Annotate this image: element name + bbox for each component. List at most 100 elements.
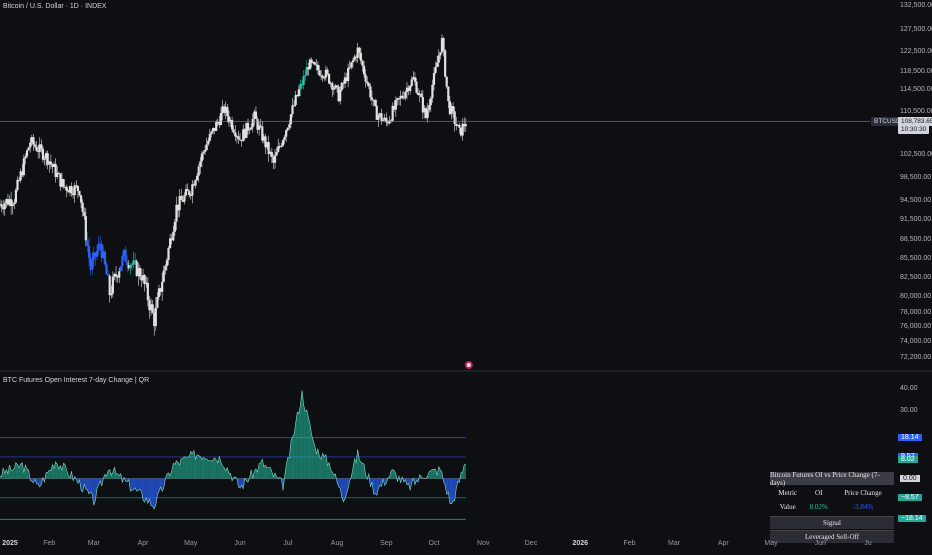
- osc-value-tag: 18.14: [898, 434, 922, 441]
- candle-body: [155, 308, 157, 326]
- candle-body: [82, 203, 84, 212]
- panel-row-label: Value: [770, 503, 805, 511]
- candle-body: [201, 154, 203, 162]
- osc-area-segment: [208, 460, 210, 478]
- event-flag-inner: [467, 363, 471, 367]
- candle-body: [126, 262, 128, 265]
- candle-body: [215, 122, 217, 131]
- price-tick-label: 78,000.00: [900, 309, 931, 316]
- chart-canvas[interactable]: [0, 0, 932, 550]
- chart-stage[interactable]: Bitcoin / U.S. Dollar · 1D · INDEX BTC F…: [0, 0, 932, 550]
- candle-body: [163, 270, 165, 281]
- osc-area-segment: [211, 460, 213, 478]
- candle-body: [70, 186, 72, 193]
- osc-area-segment: [267, 468, 269, 479]
- price-tick-label: 80,000.00: [900, 293, 931, 300]
- osc-area-segment: [288, 457, 290, 478]
- osc-area-segment: [293, 435, 295, 479]
- time-axis-label: 2025: [2, 540, 18, 547]
- candle-body: [404, 92, 406, 98]
- osc-area-segment: [432, 469, 434, 478]
- osc-area-segment: [375, 479, 377, 496]
- time-axis-label: Feb: [43, 540, 55, 547]
- candle-body: [66, 187, 68, 191]
- time-axis-label: Nov: [477, 540, 489, 547]
- candle-body: [317, 65, 319, 70]
- price-tick-label: 91,500.00: [900, 216, 931, 223]
- symbol-title: Bitcoin / U.S. Dollar · 1D · INDEX: [3, 3, 106, 10]
- candle-body: [352, 60, 354, 62]
- candle-body: [104, 252, 106, 265]
- candle-body: [395, 100, 397, 110]
- price-tick-label: 82,500.00: [900, 274, 931, 281]
- osc-area-segment: [132, 479, 134, 491]
- candle-body: [50, 162, 52, 165]
- osc-area-segment: [207, 459, 209, 478]
- osc-area-segment: [205, 459, 207, 479]
- osc-area-segment: [361, 463, 363, 479]
- osc-area-segment: [151, 479, 153, 507]
- osc-area-segment: [210, 461, 212, 479]
- candle-body: [447, 87, 449, 102]
- candle-body: [156, 297, 158, 308]
- candle-body: [274, 156, 276, 163]
- candle-body: [209, 134, 211, 141]
- candle-body: [250, 127, 252, 129]
- osc-area-segment: [324, 455, 326, 479]
- candle-body: [220, 113, 222, 125]
- osc-area-segment: [184, 457, 186, 479]
- osc-area-segment: [176, 461, 178, 479]
- candle-body: [291, 105, 293, 114]
- candle-body: [167, 248, 169, 260]
- osc-area-segment: [374, 479, 376, 495]
- candle-body: [365, 74, 367, 81]
- osc-area-segment: [343, 479, 345, 502]
- candle-body: [374, 100, 376, 106]
- price-tick-label: 98,500.00: [900, 174, 931, 181]
- time-axis-label: Apr: [718, 540, 729, 547]
- osc-area-segment: [27, 469, 29, 478]
- candle-body: [23, 158, 25, 175]
- candle-body: [326, 70, 328, 74]
- osc-area-segment: [153, 479, 155, 510]
- osc-area-segment: [197, 455, 199, 479]
- candle-body: [35, 147, 37, 151]
- panel-col-metric: Metric: [770, 489, 805, 497]
- osc-area-segment: [192, 450, 194, 478]
- candle-body: [96, 251, 98, 257]
- price-tick-label: 118,500.00: [900, 68, 932, 75]
- candle-body: [318, 70, 320, 75]
- candle-body: [427, 110, 429, 118]
- candle-body: [293, 105, 295, 106]
- candle-body: [433, 73, 435, 85]
- osc-area-segment: [202, 457, 204, 478]
- osc-area-segment: [393, 470, 395, 479]
- candle-body: [207, 141, 209, 145]
- candle-body: [438, 55, 440, 62]
- price-tick-label: 76,000.00: [900, 323, 931, 330]
- candle-body: [83, 212, 85, 216]
- osc-area-segment: [173, 463, 175, 478]
- candle-body: [298, 89, 300, 96]
- osc-area-segment: [213, 458, 215, 479]
- candle-body: [411, 79, 413, 86]
- candle-body: [97, 244, 99, 251]
- candle-body: [276, 152, 278, 156]
- osc-area-segment: [199, 455, 201, 478]
- time-axis-label: Sep: [380, 540, 392, 547]
- signal-panel: Bitcoin Futures OI vs Price Change (7-da…: [770, 472, 894, 543]
- panel-title: Bitcoin Futures OI vs Price Change (7-da…: [770, 472, 894, 485]
- candle-body: [180, 196, 182, 200]
- osc-area-segment: [188, 457, 190, 479]
- osc-area-segment: [304, 405, 306, 479]
- candle-body: [115, 274, 117, 276]
- time-axis-label: Mar: [668, 540, 680, 547]
- candle-body: [333, 88, 335, 89]
- candle-body: [91, 260, 93, 270]
- candle-body: [304, 75, 306, 76]
- candle-body: [341, 83, 343, 90]
- candle-body: [204, 150, 206, 152]
- candle-body: [360, 53, 362, 61]
- osc-zero-tag: 0.00: [900, 475, 920, 482]
- candle-body: [199, 161, 201, 166]
